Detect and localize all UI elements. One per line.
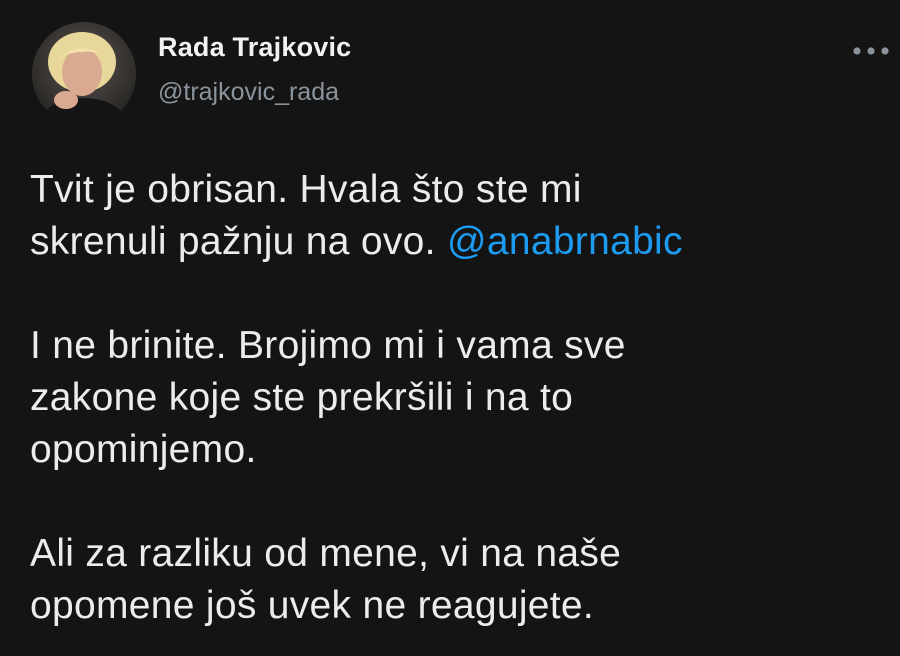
tweet-paragraph: Ali za razliku od mene, vi na naše opome… — [30, 528, 890, 632]
avatar-photo — [32, 22, 136, 126]
tweet-line: Tvit je obrisan. Hvala što ste mi — [30, 168, 582, 211]
tweet-line-text: skrenuli pažnju na ovo. — [30, 220, 447, 263]
tweet-line: Ali za razliku od mene, vi na naše — [30, 532, 622, 575]
more-options-button[interactable] — [848, 38, 894, 64]
tweet-line: opomene još uvek ne reagujete. — [30, 584, 595, 627]
author-handle[interactable]: @trajkovic_rada — [158, 78, 339, 107]
author-avatar[interactable] — [32, 22, 136, 126]
tweet-line: I ne brinite. Brojimo mi i vama sve — [30, 324, 626, 367]
tweet-paragraph: Tvit je obrisan. Hvala što ste mi skrenu… — [30, 164, 890, 268]
tweet-line: zakone koje ste prekršili i na to — [30, 376, 574, 419]
tweet-text: Tvit je obrisan. Hvala što ste mi skrenu… — [30, 164, 890, 632]
author-name[interactable]: Rada Trajkovic — [158, 32, 351, 63]
mention-link[interactable]: @anabrnabic — [447, 220, 683, 263]
tweet-line: skrenuli pažnju na ovo. @anabrnabic — [30, 216, 890, 268]
tweet-paragraph: I ne brinite. Brojimo mi i vama sve zako… — [30, 320, 890, 476]
more-horizontal-icon — [853, 47, 889, 55]
tweet-card: Rada Trajkovic @trajkovic_rada Tvit je o… — [0, 0, 900, 656]
tweet-line: opominjemo. — [30, 428, 257, 471]
